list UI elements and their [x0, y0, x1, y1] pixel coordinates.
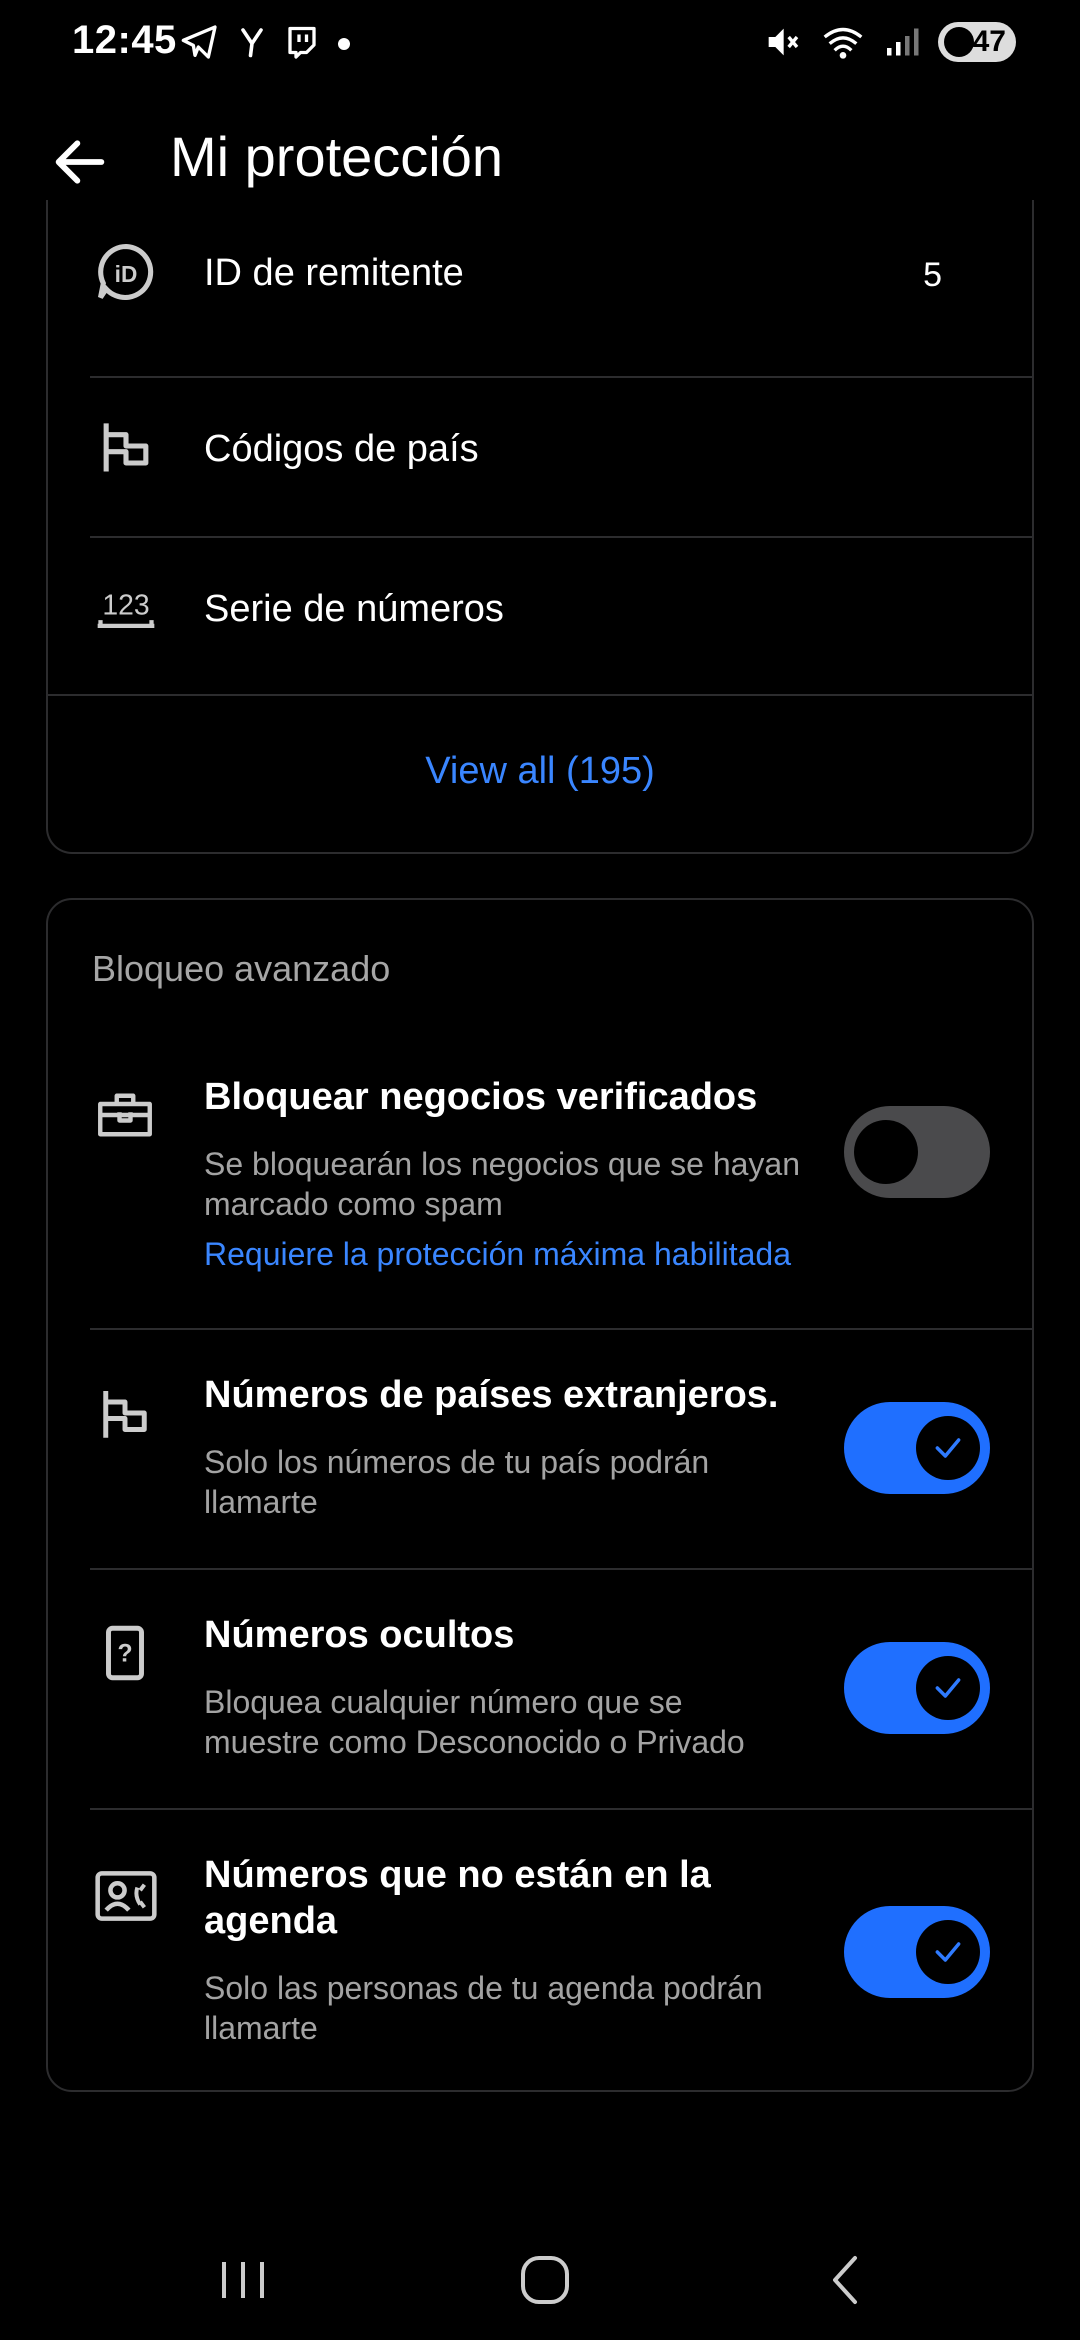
- number-series-icon: 123: [97, 590, 155, 628]
- battery-icon: 47: [938, 22, 1016, 62]
- wifi-icon: [823, 27, 863, 59]
- contact-card-icon: [95, 1871, 157, 1921]
- setting-title: Números de países extranjeros.: [204, 1374, 779, 1416]
- toggle-knob: [916, 1656, 980, 1720]
- setting-description: Se bloquearán los negocios que se hayan …: [204, 1146, 800, 1222]
- svg-text:123: 123: [102, 590, 149, 622]
- block-verified-business-toggle[interactable]: [844, 1106, 990, 1198]
- svg-text:?: ?: [117, 1640, 132, 1667]
- back-icon[interactable]: [810, 2250, 880, 2310]
- divider: [90, 536, 1032, 538]
- advanced-blocking-card: Bloqueo avanzado Bloquear negocios verif…: [46, 898, 1034, 2092]
- setting-description: Solo los números de tu país podrán llama…: [204, 1444, 710, 1520]
- list-item-number-series[interactable]: 123 Serie de números: [48, 588, 1032, 688]
- flag-icon: [103, 423, 149, 472]
- battery-level: 47: [972, 25, 1006, 58]
- home-icon[interactable]: [510, 2250, 580, 2310]
- toggle-knob: [854, 1120, 918, 1184]
- briefcase-icon: [98, 1093, 152, 1137]
- setting-description: Bloquea cualquier número que se muestre …: [204, 1684, 745, 1760]
- requirement-link[interactable]: Requiere la protección máxima habilitada: [204, 1236, 791, 1273]
- divider: [48, 694, 1032, 696]
- twitch-icon: [288, 26, 316, 59]
- foreign-numbers-toggle[interactable]: [844, 1402, 990, 1494]
- setting-title: Números ocultos: [204, 1614, 515, 1656]
- list-item-country-codes[interactable]: Códigos de país: [48, 423, 1032, 528]
- list-item-count: 5: [923, 256, 942, 294]
- dot-icon: [338, 38, 350, 50]
- setting-description: Solo las personas de tu agenda podrán ll…: [204, 1970, 763, 2046]
- view-all-link[interactable]: View all (195): [48, 750, 1032, 793]
- toggle-knob: [916, 1920, 980, 1984]
- status-time: 12:45: [72, 18, 177, 62]
- toggle-knob: [916, 1416, 980, 1480]
- setting-title: Números que no están en la agenda: [204, 1854, 711, 1942]
- signal-icon: [887, 28, 919, 56]
- app-header: Mi protección: [0, 110, 1080, 210]
- notification-icons: [180, 20, 354, 64]
- flag-icon: [103, 1391, 147, 1438]
- system-icons: 47: [762, 20, 1016, 64]
- divider: [90, 376, 1032, 378]
- hidden-numbers-toggle[interactable]: [844, 1642, 990, 1734]
- divider: [90, 1568, 1032, 1570]
- setting-title: Bloquear negocios verificados: [204, 1076, 758, 1118]
- mute-icon: [768, 28, 799, 56]
- list-item-label: Serie de números: [204, 588, 504, 630]
- list-item-label: Códigos de país: [204, 428, 479, 470]
- recent-apps-icon[interactable]: [208, 2250, 278, 2310]
- divider: [90, 1328, 1032, 1330]
- unknown-contacts-toggle[interactable]: [844, 1906, 990, 1998]
- hidden-number-icon: ?: [106, 1625, 144, 1681]
- section-title: Bloqueo avanzado: [92, 948, 391, 989]
- svg-text:iD: iD: [115, 261, 138, 287]
- list-item-caller-id[interactable]: iD ID de remitente 5: [48, 243, 1032, 352]
- system-navigation-bar: [0, 2220, 1080, 2330]
- list-item-label: ID de remitente: [204, 252, 464, 294]
- page-title: Mi protección: [170, 125, 504, 188]
- telegram-icon: [181, 25, 217, 59]
- caller-id-icon: iD: [97, 243, 154, 301]
- yahoo-icon: [241, 28, 263, 58]
- blocked-list-card: iD ID de remitente 5 Códigos de país 123…: [46, 200, 1034, 854]
- arrow-left-icon[interactable]: [48, 130, 112, 194]
- divider: [90, 1808, 1032, 1810]
- status-bar: 12:45 47: [0, 0, 1080, 84]
